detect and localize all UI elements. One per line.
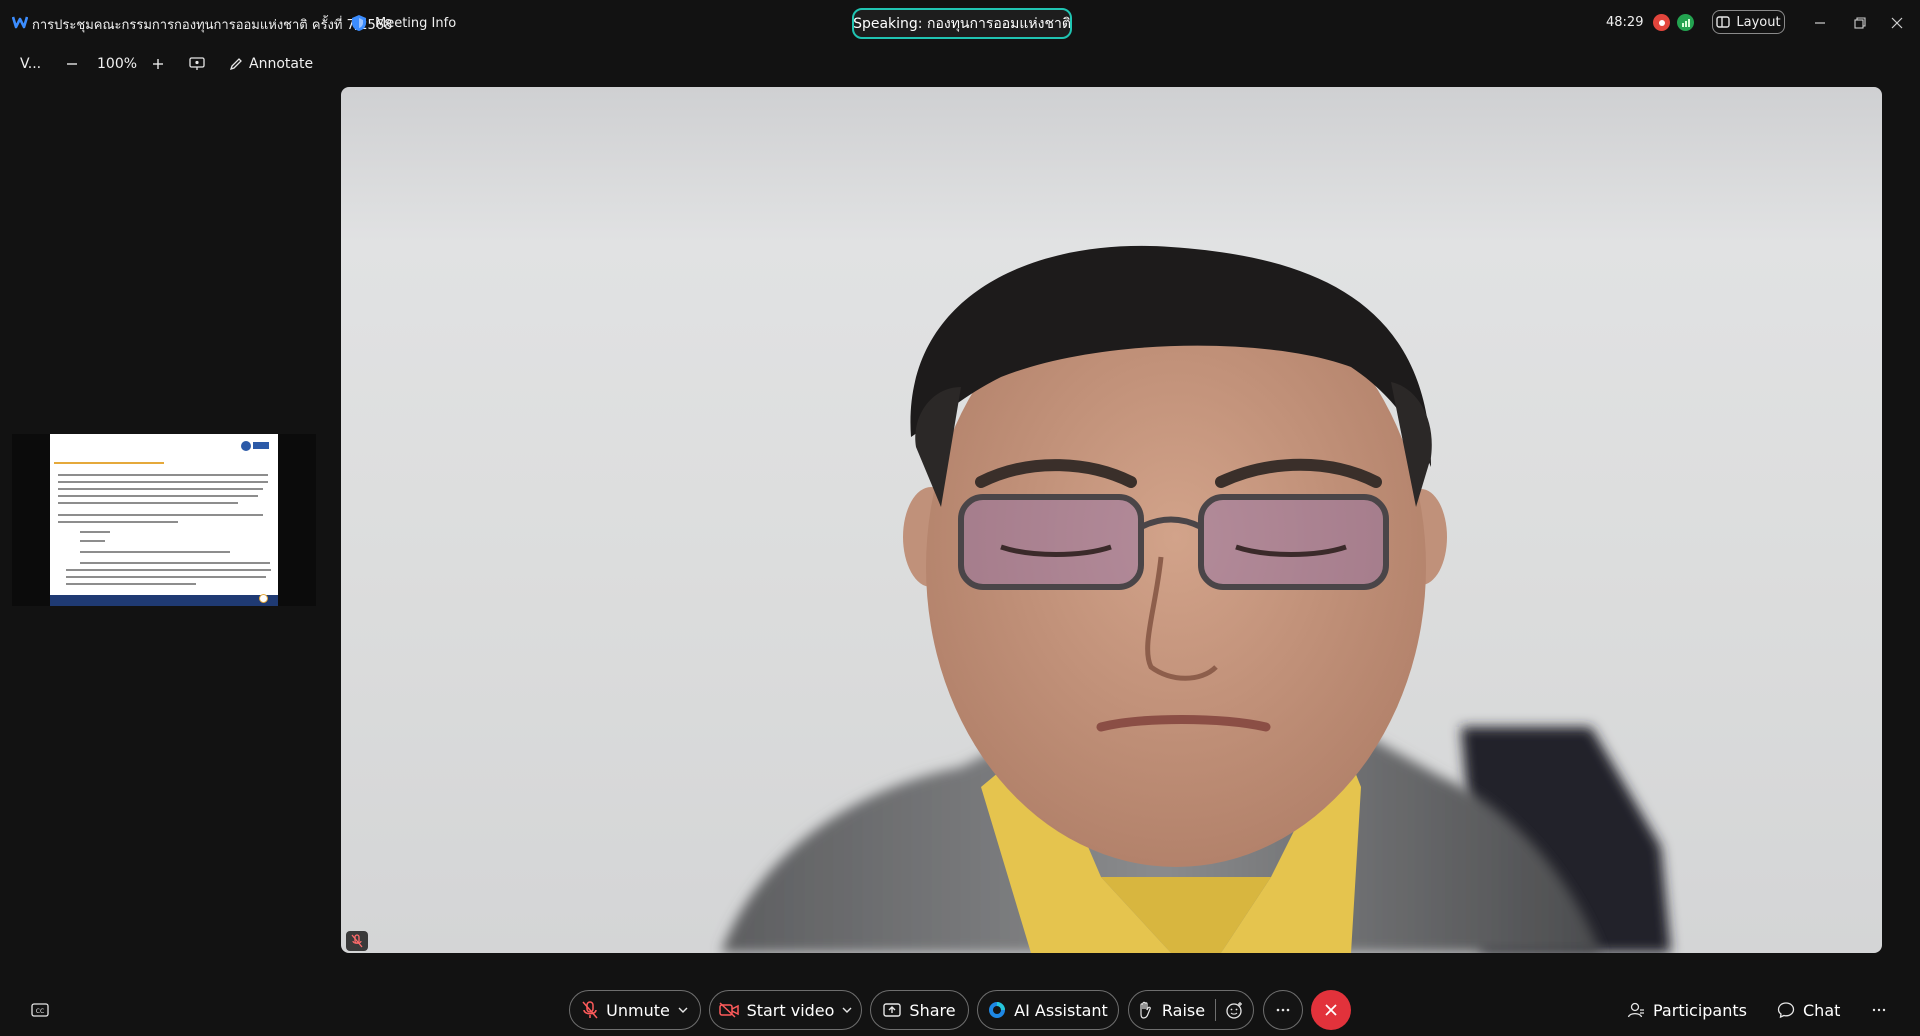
network-icon[interactable] (1677, 14, 1694, 31)
restore-icon (1854, 17, 1866, 29)
closed-caption-button[interactable]: CC (28, 998, 52, 1022)
main-video-feed[interactable] (341, 87, 1882, 953)
zoom-out-icon (67, 63, 77, 65)
annotate-button[interactable]: Annotate (229, 52, 313, 76)
slide-divider (54, 462, 164, 464)
share-label: Share (909, 1000, 956, 1020)
record-icon[interactable] (1653, 14, 1670, 31)
meeting-info-label: Meeting Info (375, 15, 457, 31)
zoom-level-label: 100% (97, 56, 138, 72)
minimize-icon (1815, 22, 1825, 24)
zoom-in-button[interactable] (152, 52, 164, 76)
more-icon (1276, 1008, 1290, 1012)
minimize-button[interactable] (1805, 10, 1835, 36)
close-window-button[interactable] (1882, 10, 1912, 36)
share-icon (883, 1003, 902, 1017)
slide-text-line (80, 531, 110, 533)
slide-footer (50, 595, 278, 606)
share-button[interactable]: Share (870, 990, 969, 1030)
content-toolbar: V... 100% Annotate (0, 46, 1920, 82)
svg-text:CC: CC (36, 1008, 44, 1015)
unmute-button[interactable]: Unmute (569, 990, 701, 1030)
slide-text-line (58, 502, 238, 504)
zoom-out-button[interactable] (66, 52, 78, 76)
view-menu[interactable]: V... (20, 52, 41, 76)
raise-divider (1215, 999, 1217, 1021)
leave-meeting-button[interactable] (1311, 990, 1351, 1030)
meeting-timer: 48:29 (1606, 15, 1644, 30)
slide-text-line (66, 583, 196, 585)
organization-logo-icon (241, 441, 269, 451)
chevron-down-icon[interactable] (842, 1007, 852, 1013)
more-icon (1872, 1008, 1886, 1012)
participants-label: Participants (1653, 1000, 1747, 1020)
ai-assistant-icon (989, 1002, 1006, 1018)
chat-icon (1777, 1002, 1795, 1019)
slide-text-line (80, 540, 105, 542)
zoom-level: 100% (97, 52, 137, 76)
leave-icon (1325, 1004, 1337, 1016)
slide-text-line (66, 569, 271, 571)
close-icon (1891, 17, 1903, 29)
slide-text-line (58, 481, 268, 483)
closed-caption-icon: CC (31, 1003, 49, 1017)
start-video-label: Start video (746, 1000, 835, 1020)
speaking-label: Speaking: กองทุนการออมแห่งชาติ (853, 15, 1071, 32)
title-bar: การประชุมคณะกรรมการกองทุนการออมแห่งชาติ … (0, 0, 1920, 46)
meeting-title: การประชุมคณะกรรมการกองทุนการออมแห่งชาติ … (32, 18, 393, 33)
annotate-pen-icon (229, 58, 242, 71)
view-label: V... (20, 56, 42, 72)
restore-button[interactable] (1845, 10, 1875, 36)
start-video-button[interactable]: Start video (709, 990, 862, 1030)
participants-button[interactable]: Participants (1627, 990, 1747, 1030)
slide-text-line (58, 514, 263, 516)
participant-muted-indicator (346, 931, 368, 951)
slide-text-line (80, 551, 230, 553)
slide-text-line (58, 521, 178, 523)
mic-muted-icon (582, 1001, 598, 1019)
unmute-label: Unmute (606, 1000, 670, 1020)
active-speaker-indicator: Speaking: กองทุนการออมแห่งชาติ (852, 8, 1072, 39)
layout-label: Layout (1736, 14, 1781, 30)
slide-text-line (58, 495, 258, 497)
chat-label: Chat (1803, 1000, 1841, 1020)
shared-content-thumbnail[interactable] (12, 434, 316, 606)
annotate-label: Annotate (249, 56, 314, 72)
reaction-icon[interactable] (1226, 1001, 1244, 1019)
slide-header (50, 434, 278, 464)
slide-text-line (66, 576, 266, 578)
raise-button[interactable]: Raise (1128, 990, 1254, 1030)
shield-icon (352, 15, 366, 31)
participant-video-image (721, 245, 1671, 953)
chat-button[interactable]: Chat (1777, 990, 1840, 1030)
screen-options-button[interactable] (189, 52, 205, 76)
overflow-menu-button[interactable] (1872, 990, 1886, 1030)
slide-text-line (58, 474, 268, 476)
layout-button[interactable]: Layout (1712, 10, 1785, 34)
meeting-info-button[interactable]: Meeting Info (351, 11, 456, 35)
raise-label: Raise (1161, 1000, 1206, 1020)
slide-preview (50, 434, 278, 606)
screen-icon (189, 57, 205, 70)
slide-text-line (80, 562, 270, 564)
slide-page-badge (259, 594, 268, 603)
mic-muted-icon (351, 934, 363, 948)
webex-logo-icon (12, 16, 28, 29)
more-options-button[interactable] (1263, 990, 1303, 1030)
zoom-in-icon (153, 59, 163, 69)
participants-icon (1627, 1002, 1644, 1018)
video-off-icon (718, 1002, 739, 1018)
ai-assistant-button[interactable]: AI Assistant (977, 990, 1119, 1030)
layout-icon (1716, 16, 1731, 28)
raise-hand-icon (1140, 1001, 1151, 1019)
ai-assistant-label: AI Assistant (1014, 1000, 1108, 1020)
chevron-down-icon[interactable] (678, 1007, 688, 1013)
slide-text-line (58, 488, 263, 490)
